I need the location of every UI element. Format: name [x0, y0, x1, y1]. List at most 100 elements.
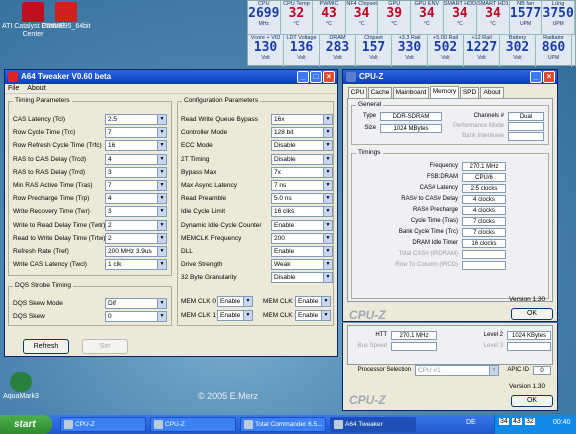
timing-label: CAS Latency (Tcl): [13, 116, 66, 123]
memclk-select[interactable]: Enable ▼: [217, 296, 253, 307]
tab-spd[interactable]: SPD: [460, 87, 479, 98]
config-label: Read Preamble: [181, 195, 227, 203]
close-button[interactable]: ×: [543, 71, 555, 83]
close-button[interactable]: ×: [323, 71, 335, 83]
config-select-value: 16 clks: [274, 208, 295, 216]
processor-selection-dropdown[interactable]: CPU #1 ▼: [415, 365, 499, 376]
timing-select[interactable]: 3 ▼: [105, 166, 167, 178]
monitor-cell: CPU 2699 MHz: [248, 1, 281, 34]
timing-label: RAS to CAS Delay (Trcd): [13, 155, 87, 163]
monitor-value: 3750: [542, 6, 574, 21]
memclk-select-value: Enable: [298, 298, 319, 305]
prime95-icon: [55, 2, 77, 22]
config-select[interactable]: 7x ▼: [271, 166, 333, 178]
timing-select[interactable]: 3 ▼: [105, 206, 167, 218]
maximize-button[interactable]: □: [310, 71, 322, 83]
bus-speed-value: [391, 342, 437, 351]
memclk-select[interactable]: Enable ▼: [217, 310, 253, 321]
timing-value: 4 clocks: [462, 195, 506, 204]
config-select[interactable]: Disable ▼: [271, 272, 333, 284]
timing-select[interactable]: 2 ▼: [105, 232, 167, 244]
config-select[interactable]: Disable ▼: [271, 153, 333, 165]
monitor-cell: +5.00 Rail 502 Volt: [428, 35, 464, 67]
timing-select[interactable]: 2 ▼: [105, 219, 167, 231]
monitor-cell: NB fan 1577 UPM: [510, 1, 543, 34]
tab-mainboard[interactable]: Mainboard: [393, 87, 429, 98]
config-select[interactable]: 5.0 ns ▼: [271, 193, 333, 205]
chevron-down-icon: ▼: [489, 366, 498, 375]
config-select[interactable]: Disable ▼: [271, 140, 333, 152]
memclk-select[interactable]: Enable ▼: [295, 296, 331, 307]
desktop-icon-prime95[interactable]: PRIME95_64bit: [38, 2, 94, 31]
size-label: Size: [364, 125, 376, 131]
taskbar-item[interactable]: Total Commander 6.5...: [240, 417, 326, 432]
monitor-unit: UPM: [547, 55, 560, 61]
config-select[interactable]: 16 clks ▼: [271, 206, 333, 218]
chevron-down-icon: ▼: [323, 167, 332, 177]
taskbar-item-label: CPU-Z: [165, 421, 185, 428]
config-select-value: Disable: [274, 155, 296, 163]
timing-select[interactable]: 200 MHz 3.9us ▼: [105, 246, 167, 257]
timing-select[interactable]: 16 ▼: [105, 140, 167, 152]
chevron-down-icon: ▼: [323, 115, 332, 124]
taskbar-item-label: CPU-Z: [75, 421, 95, 428]
memclk-label: MEM CLK 1: [181, 312, 217, 319]
desktop-icon-aquamark[interactable]: AquaMark3: [0, 372, 56, 401]
a64-title-bar[interactable]: A64 Tweaker V0.60 beta _ □ ×: [5, 70, 337, 84]
processor-selection-value: CPU #1: [418, 367, 441, 374]
chevron-down-icon: ▼: [323, 141, 332, 151]
level2-label: Level 2: [483, 332, 503, 338]
ok-button[interactable]: OK: [511, 395, 553, 407]
cpuz-title-bar[interactable]: CPU-Z _ ×: [343, 70, 557, 84]
memclk-select[interactable]: Enable ▼: [295, 310, 331, 321]
monitor-cell: +12 Rail 1227 Volt: [464, 35, 500, 67]
row-to-column-value: [462, 261, 506, 270]
timing-select[interactable]: 1 clk ▼: [105, 259, 167, 271]
dqs-select[interactable]: Dif ▼: [105, 298, 167, 309]
group-title: General: [356, 101, 384, 108]
refresh-button[interactable]: Refresh: [23, 339, 69, 354]
config-select[interactable]: 16x ▼: [271, 114, 333, 125]
minimize-button[interactable]: _: [530, 71, 542, 83]
timing-select[interactable]: 4 ▼: [105, 193, 167, 205]
tab-memory[interactable]: Memory: [430, 86, 459, 98]
monitor-unit: Volt: [297, 55, 306, 61]
config-select[interactable]: 128 bit ▼: [271, 127, 333, 139]
timing-select[interactable]: 2.5 ▼: [105, 114, 167, 125]
performance-mode-label: Performance Mode: [452, 123, 504, 129]
monitor-value: 1577: [509, 6, 542, 21]
monitor-cell: SMART HDD 34 °C: [444, 1, 478, 34]
config-select[interactable]: Enable ▼: [271, 219, 333, 231]
ok-button[interactable]: OK: [511, 308, 553, 320]
memclk-select-value: Enable: [220, 312, 241, 319]
config-select[interactable]: 7 ns ▼: [271, 180, 333, 191]
cpuz-memory-panel: General Type DDR-SDRAM Size 1024 MBytes …: [347, 98, 553, 302]
tab-cache[interactable]: Cache: [368, 87, 392, 98]
language-indicator[interactable]: DE: [466, 419, 476, 426]
taskbar-item[interactable]: CPU-Z: [150, 417, 236, 432]
timing-select[interactable]: 7 ▼: [105, 180, 167, 191]
set-button[interactable]: Set: [82, 339, 128, 354]
taskbar-item[interactable]: CPU-Z: [60, 417, 146, 432]
config-select[interactable]: Weak ▼: [271, 259, 333, 271]
minimize-button[interactable]: _: [297, 71, 309, 83]
timing-select[interactable]: 7 ▼: [105, 127, 167, 139]
timing-select[interactable]: 4 ▼: [105, 153, 167, 165]
start-button[interactable]: start: [0, 415, 52, 434]
menu-about[interactable]: About: [27, 84, 45, 93]
config-select[interactable]: 200 ▼: [271, 232, 333, 244]
monitor-cell: SMART HD1 34 °C: [477, 1, 510, 34]
menu-file[interactable]: File: [8, 84, 19, 93]
taskbar-item[interactable]: A64 Tweaker: [330, 417, 416, 432]
monitor-cell: GPU ENV 34 °C: [411, 1, 444, 34]
dqs-select[interactable]: 0 ▼: [105, 311, 167, 322]
timing-select-value: 16: [108, 142, 116, 150]
processor-selection-label: Processor Selection: [357, 367, 411, 373]
config-select[interactable]: Enable ▼: [271, 246, 333, 257]
monitor-value: 2699: [248, 6, 280, 21]
tab-about[interactable]: About: [480, 87, 504, 98]
config-label: MEMCLK Frequency: [181, 234, 242, 242]
tab-cpu[interactable]: CPU: [348, 87, 367, 98]
monitor-value: 34: [452, 6, 468, 21]
taskbar-item-label: A64 Tweaker: [345, 421, 383, 428]
